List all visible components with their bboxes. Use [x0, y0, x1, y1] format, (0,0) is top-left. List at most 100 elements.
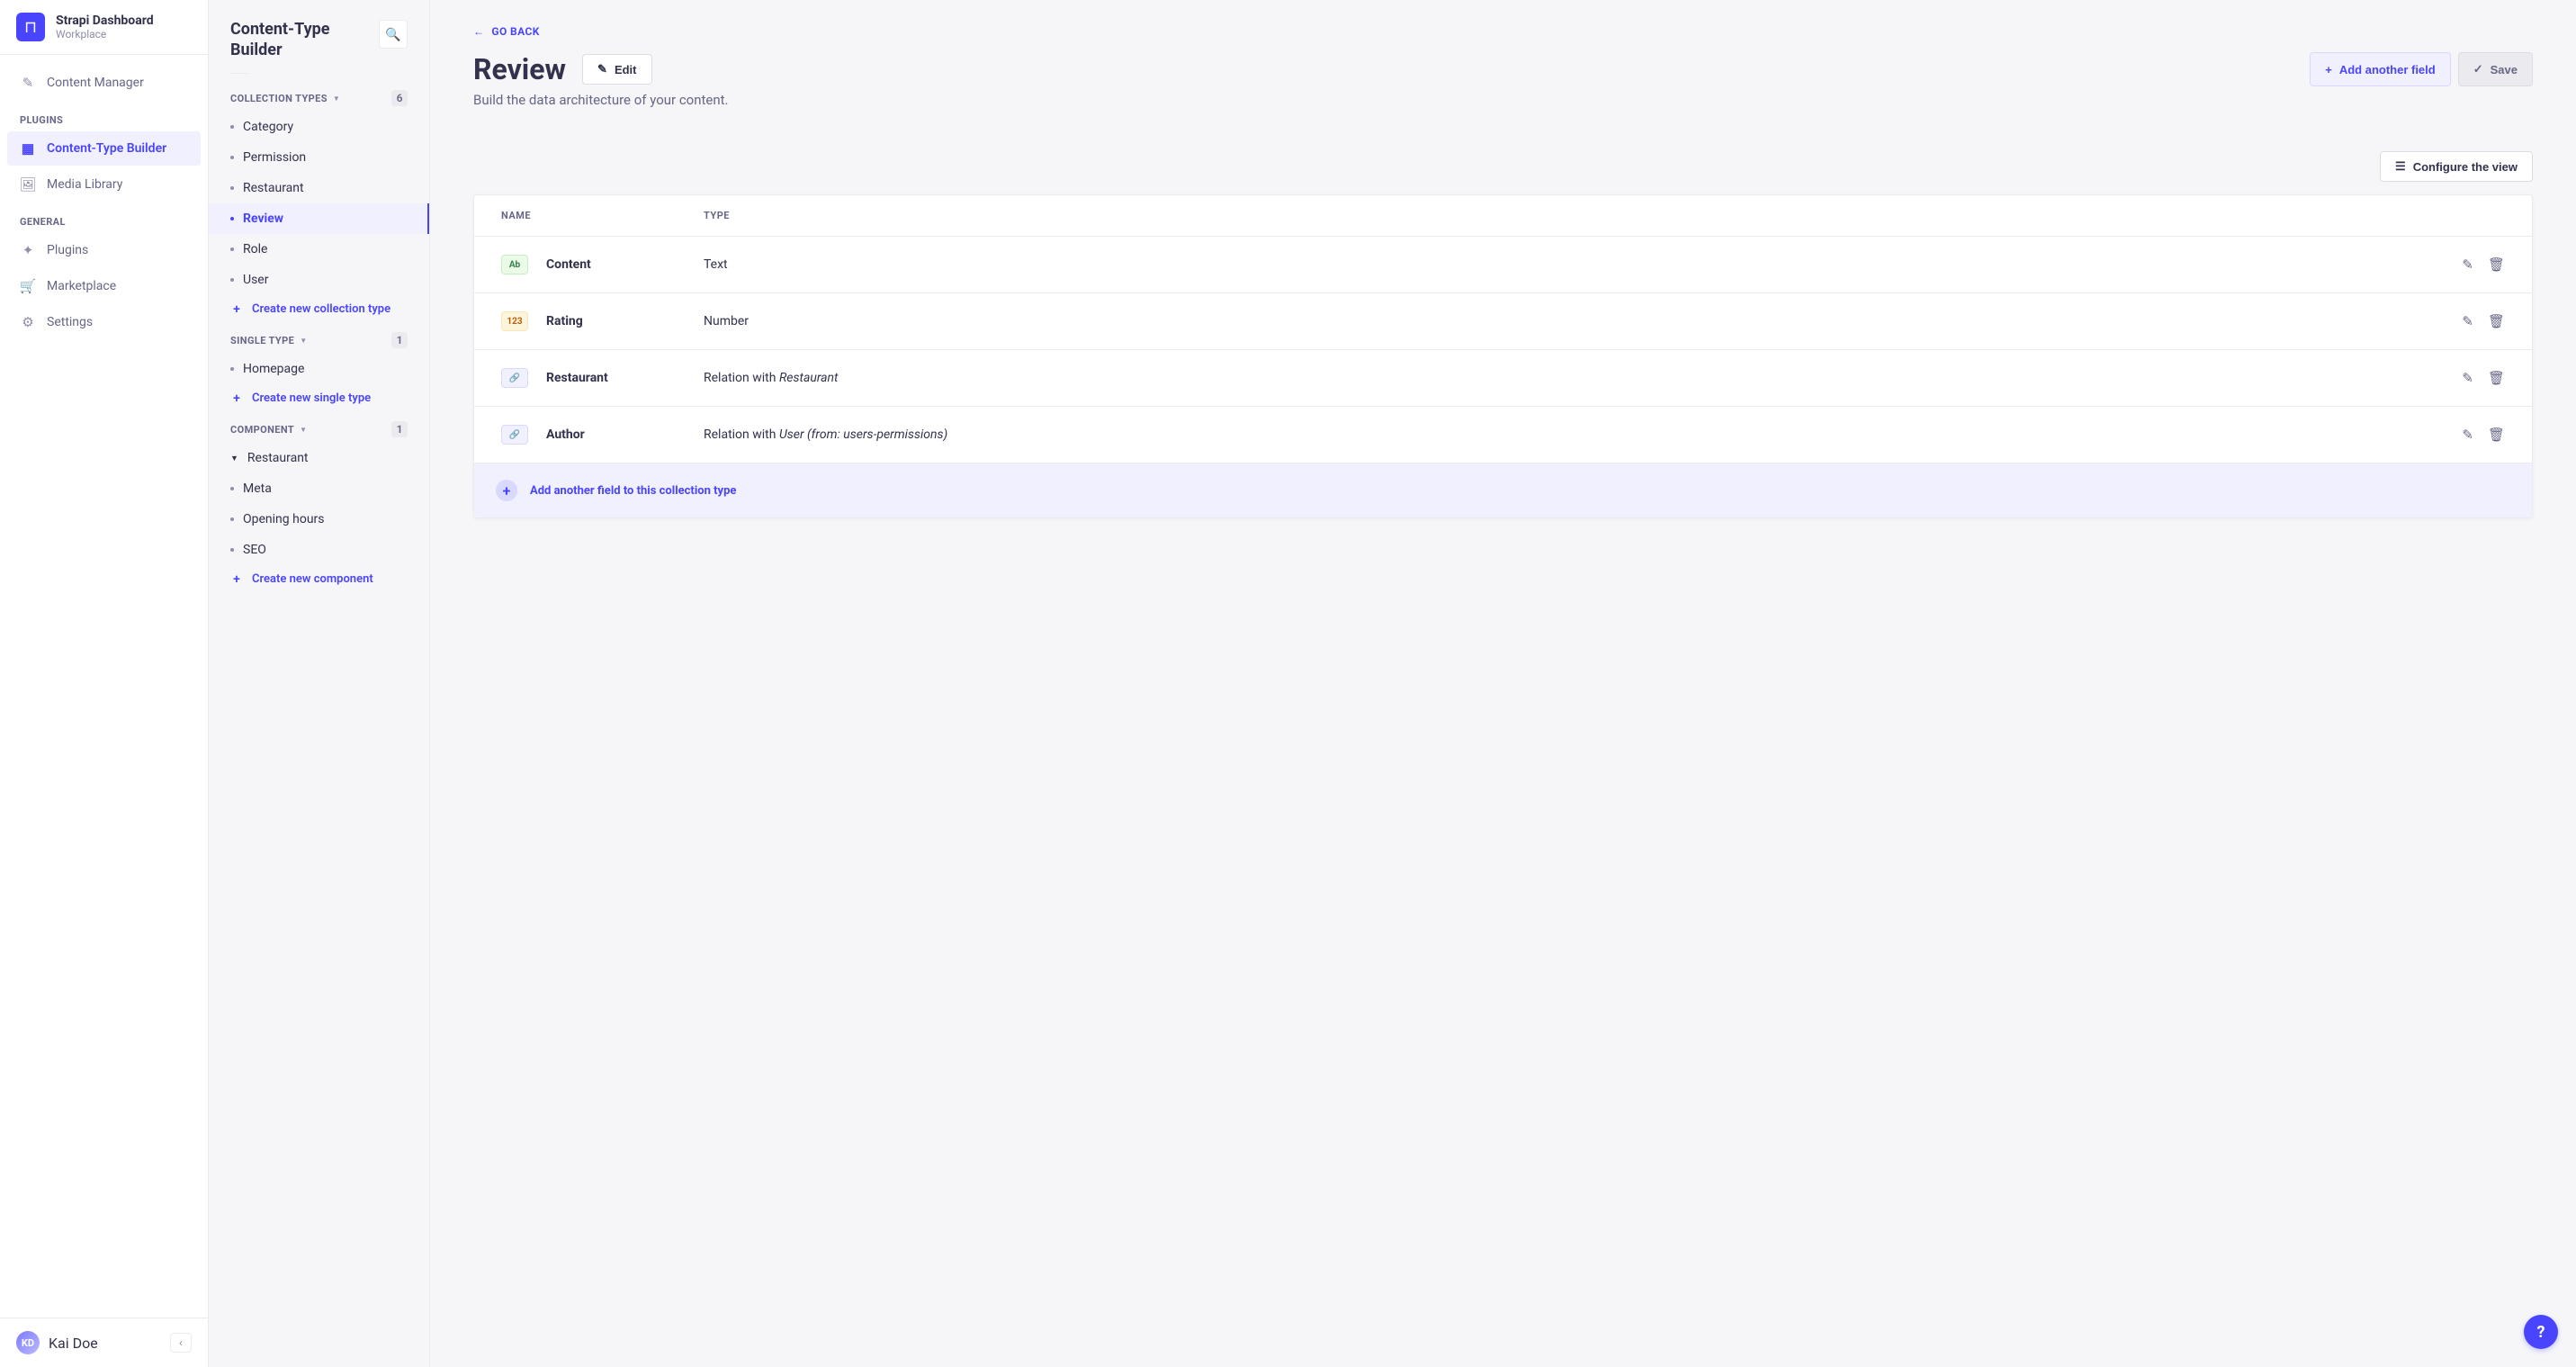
field-row: 🔗AuthorRelation with User (from: users-p…: [474, 406, 2532, 463]
go-back-label: GO BACK: [491, 25, 539, 38]
bullet-icon: [230, 278, 234, 282]
field-type: Relation with User (from: users-permissi…: [704, 427, 2424, 442]
delete-field-button[interactable]: 🗑: [2488, 313, 2505, 329]
create-collection-type[interactable]: + Create new collection type: [209, 295, 429, 327]
gear-icon: ⚙: [20, 314, 36, 330]
edit-label: Edit: [615, 63, 637, 76]
column-type: TYPE: [704, 210, 2424, 221]
puzzle-icon: ✦: [20, 242, 36, 258]
nav-label: Content Manager: [47, 76, 144, 90]
single-item-homepage[interactable]: Homepage: [209, 354, 429, 384]
configure-view-button[interactable]: ☰ Configure the view: [2380, 151, 2533, 182]
field-type-badge: 🔗: [501, 368, 528, 388]
item-label: Permission: [243, 150, 306, 165]
nav-content-type-builder[interactable]: ▦ Content-Type Builder: [7, 131, 201, 166]
help-button[interactable]: ?: [2524, 1315, 2558, 1349]
edit-field-button[interactable]: ✎: [2462, 370, 2473, 386]
search-button[interactable]: 🔍: [379, 20, 408, 49]
fields-table: NAME TYPE AbContentText✎🗑123RatingNumber…: [473, 194, 2533, 518]
add-label: Create new component: [252, 572, 373, 586]
collapse-sidebar-button[interactable]: ‹: [170, 1333, 192, 1353]
nav-settings[interactable]: ⚙ Settings: [7, 305, 201, 339]
save-button[interactable]: ✓ Save: [2458, 52, 2533, 86]
go-back-link[interactable]: ← GO BACK: [473, 25, 2533, 38]
section-component[interactable]: COMPONENT▼ 1: [209, 416, 429, 443]
field-type: Relation with Restaurant: [704, 371, 2424, 385]
item-label: Opening hours: [243, 512, 325, 526]
main-sidebar: ⊓ Strapi Dashboard Workplace ✎ Content M…: [0, 0, 209, 1367]
delete-field-button[interactable]: 🗑: [2488, 256, 2505, 273]
delete-field-button[interactable]: 🗑: [2488, 370, 2505, 386]
component-item-meta[interactable]: Meta: [209, 473, 429, 504]
section-label: COMPONENT: [230, 424, 294, 436]
caret-down-icon: ▼: [230, 454, 238, 463]
section-single-type[interactable]: SINGLE TYPE▼ 1: [209, 327, 429, 354]
create-component[interactable]: + Create new component: [209, 565, 429, 597]
field-row: 🔗 RestaurantRelation with Restaurant ✎ 🗑: [474, 349, 2532, 406]
bullet-icon: [230, 186, 234, 190]
collection-item-role[interactable]: Role: [209, 234, 429, 265]
item-label: SEO: [243, 543, 266, 557]
nav-label: Content-Type Builder: [47, 141, 166, 156]
user-avatar[interactable]: KD: [16, 1331, 40, 1354]
brand-subtitle: Workplace: [56, 28, 154, 40]
component-item-seo[interactable]: SEO: [209, 535, 429, 565]
create-single-type[interactable]: + Create new single type: [209, 384, 429, 416]
brand: ⊓ Strapi Dashboard Workplace: [0, 0, 208, 55]
plus-circle-icon: +: [496, 480, 517, 501]
add-field-button[interactable]: + Add another field: [2310, 52, 2450, 86]
field-name: Author: [546, 427, 704, 442]
collection-item-permission[interactable]: Permission: [209, 142, 429, 173]
collection-item-restaurant[interactable]: Restaurant: [209, 173, 429, 203]
bullet-icon: [230, 247, 234, 251]
section-collection-types[interactable]: COLLECTION TYPES▼ 6: [209, 85, 429, 112]
section-label: COLLECTION TYPES: [230, 93, 328, 104]
plus-icon: +: [230, 573, 243, 586]
component-item-opening-hours[interactable]: Opening hours: [209, 504, 429, 535]
caret-down-icon: ▼: [333, 94, 340, 103]
add-label: Create new collection type: [252, 302, 390, 316]
nav-label: Settings: [47, 315, 93, 329]
nav-section-plugins: PLUGINS: [7, 102, 201, 131]
add-field-label: Add another field: [2339, 63, 2436, 76]
field-type: Text: [704, 257, 2424, 272]
field-name: Restaurant: [546, 371, 704, 385]
nav-content-manager[interactable]: ✎ Content Manager: [7, 66, 201, 100]
nav-marketplace[interactable]: 🛒 Marketplace: [7, 269, 201, 303]
nav-media-library[interactable]: 🖼 Media Library: [7, 167, 201, 202]
panel-title: Content-Type Builder: [230, 20, 379, 60]
collection-item-user[interactable]: User: [209, 265, 429, 295]
plus-icon: +: [230, 303, 243, 316]
bullet-icon: [230, 217, 234, 220]
item-label: User: [243, 273, 268, 287]
delete-field-button[interactable]: 🗑: [2488, 427, 2505, 443]
configure-label: Configure the view: [2413, 160, 2518, 174]
field-row: 123RatingNumber✎🗑: [474, 292, 2532, 349]
image-icon: 🖼: [20, 176, 36, 193]
edit-field-button[interactable]: ✎: [2462, 313, 2473, 329]
user-footer: KD Kai Doe ‹: [0, 1318, 208, 1367]
footer-label: Add another field to this collection typ…: [530, 484, 736, 498]
item-label: Restaurant: [243, 181, 304, 195]
section-count: 1: [391, 332, 408, 348]
section-label: SINGLE TYPE: [230, 335, 294, 346]
nav-label: Plugins: [47, 243, 88, 257]
nav-section-general: GENERAL: [7, 203, 201, 233]
nav-label: Media Library: [47, 177, 122, 192]
field-type-badge: Ab: [501, 255, 528, 274]
item-label: Category: [243, 120, 293, 134]
edit-field-button[interactable]: ✎: [2462, 427, 2473, 443]
field-name: Content: [546, 257, 704, 272]
divider: [230, 73, 248, 74]
column-name: NAME: [501, 210, 704, 221]
collection-item-review[interactable]: Review: [209, 203, 429, 234]
edit-field-button[interactable]: ✎: [2462, 256, 2473, 273]
nav-plugins[interactable]: ✦ Plugins: [7, 233, 201, 267]
table-header: NAME TYPE: [474, 195, 2532, 236]
plus-icon: +: [230, 392, 243, 405]
add-field-footer[interactable]: + Add another field to this collection t…: [474, 463, 2532, 517]
component-item-restaurant[interactable]: ▼Restaurant: [209, 443, 429, 473]
field-name: Rating: [546, 314, 704, 328]
edit-button[interactable]: ✎ Edit: [582, 54, 651, 85]
collection-item-category[interactable]: Category: [209, 112, 429, 142]
